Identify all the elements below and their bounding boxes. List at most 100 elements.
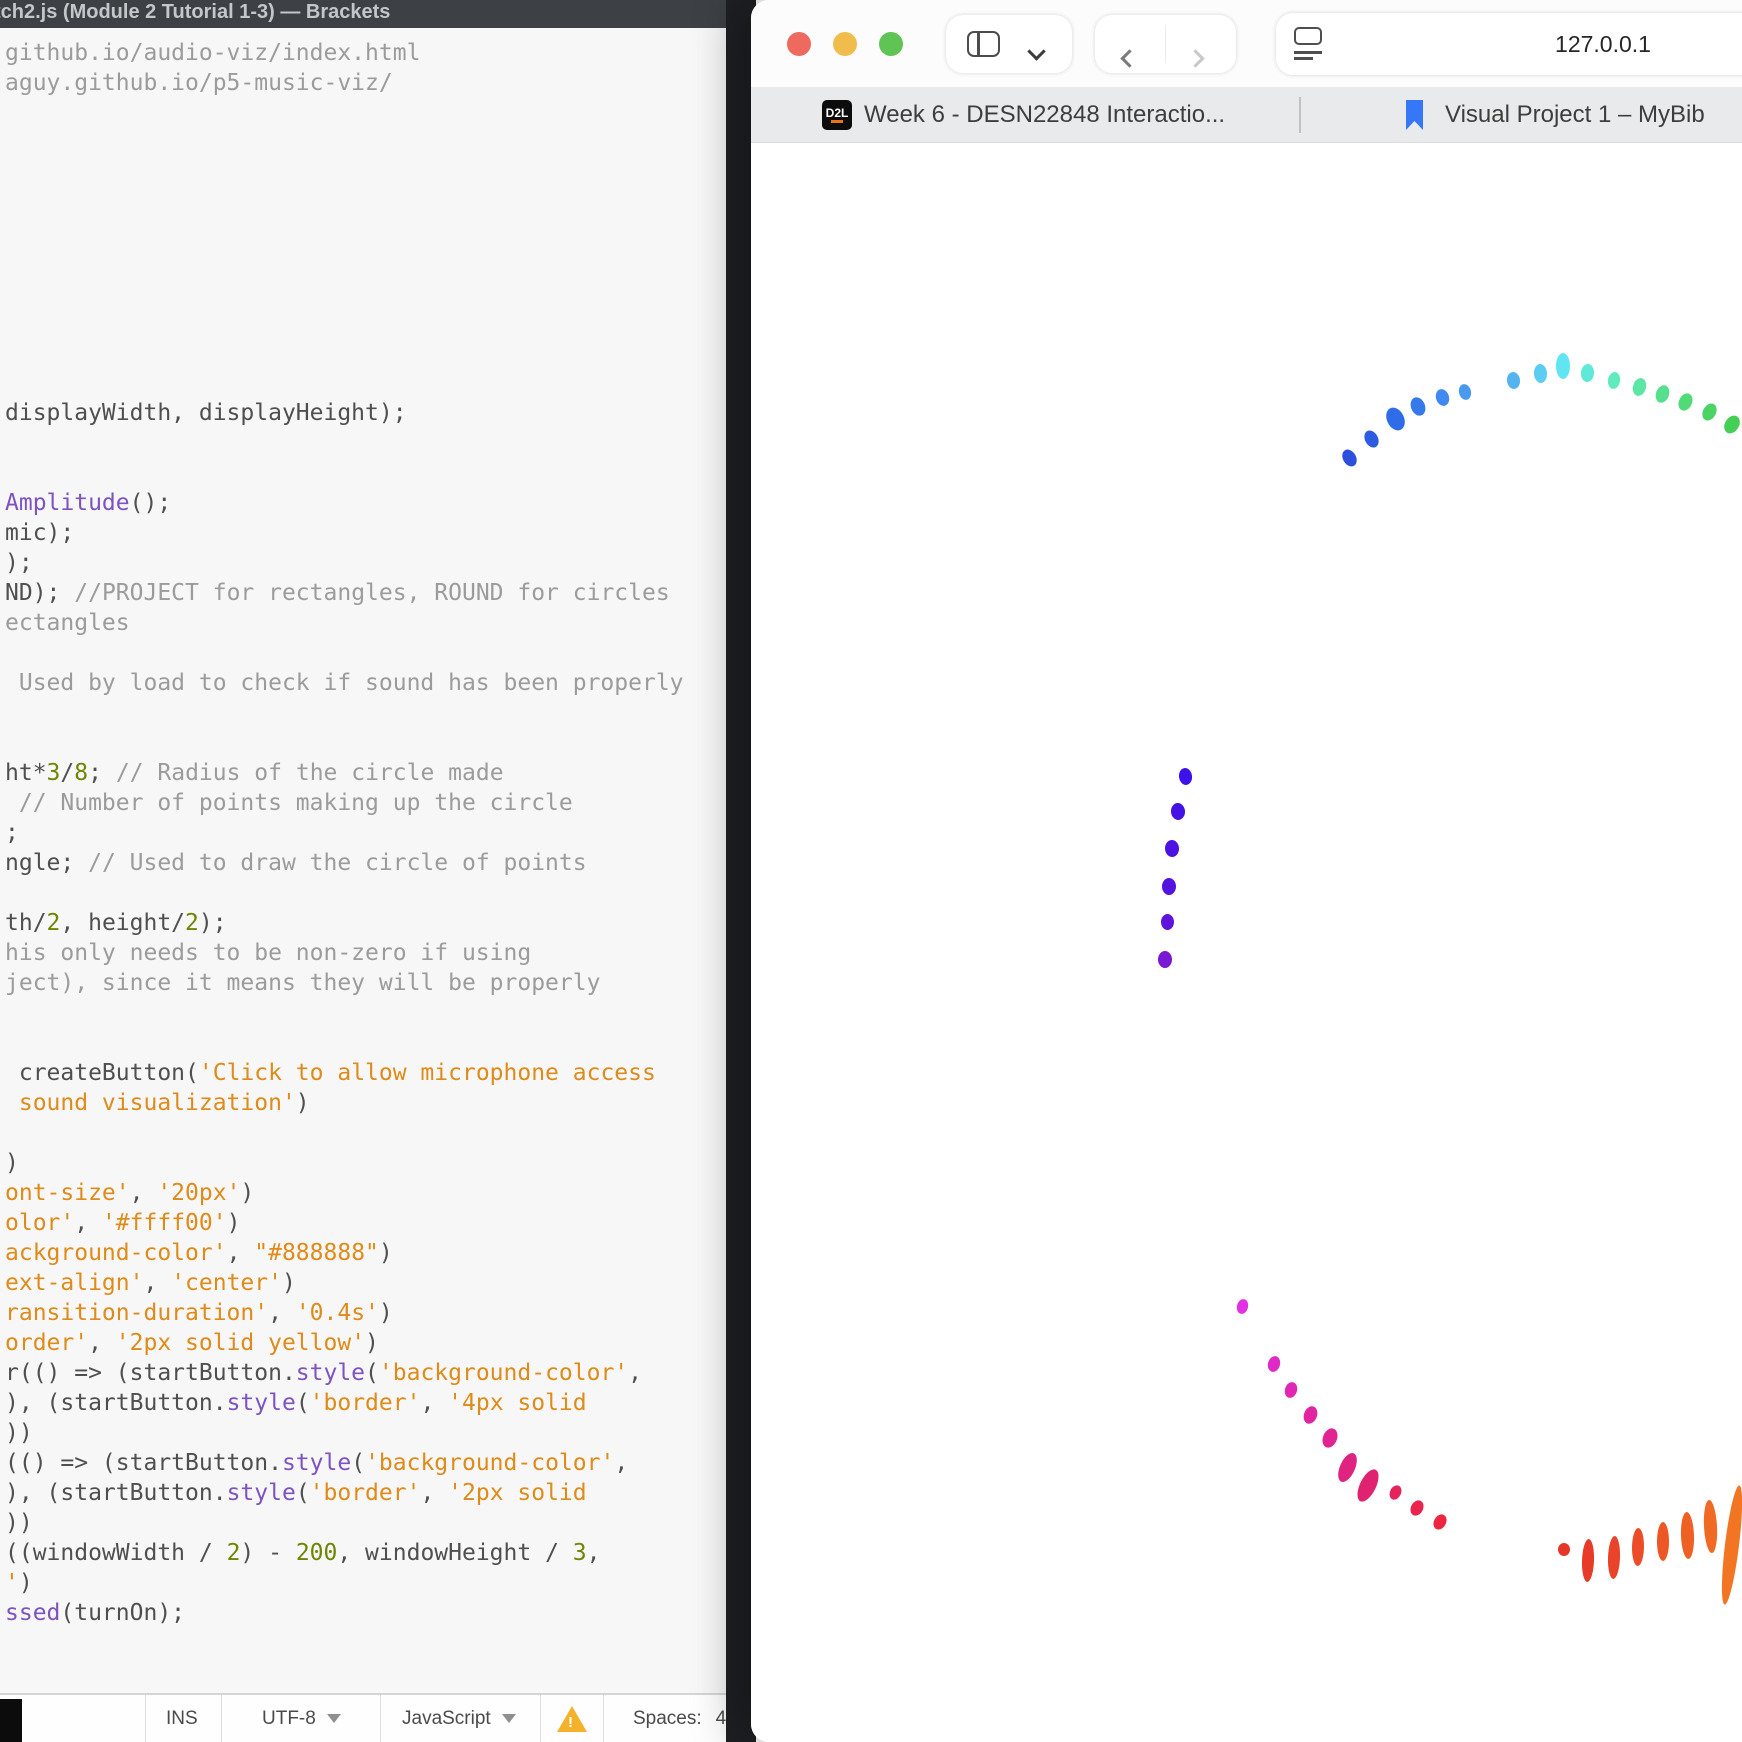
code-line: order', '2px solid yellow') xyxy=(5,1328,733,1358)
lint-warning-button[interactable]: ! xyxy=(557,1695,587,1742)
encoding-dropdown[interactable]: UTF-8 xyxy=(262,1695,341,1742)
code-line: createButton('Click to allow microphone … xyxy=(5,1058,733,1088)
chevron-down-icon[interactable] xyxy=(1027,42,1045,60)
code-line: th/2, height/2); xyxy=(5,908,733,938)
code-line xyxy=(5,998,733,1028)
code-line: Used by load to check if sound has been … xyxy=(5,668,733,698)
code-line: aguy.github.io/p5-music-viz/ xyxy=(5,68,733,98)
code-line: (() => (startButton.style('background-co… xyxy=(5,1448,733,1478)
close-button[interactable] xyxy=(787,32,811,56)
back-icon[interactable] xyxy=(1120,49,1138,67)
url-text: 127.0.0.1 xyxy=(1548,13,1658,75)
code-line: ), (startButton.style('border', '2px sol… xyxy=(5,1478,733,1508)
encoding-label: UTF-8 xyxy=(262,1708,316,1730)
code-line: ngle; // Used to draw the circle of poin… xyxy=(5,848,733,878)
code-line: ject), since it means they will be prope… xyxy=(5,968,733,998)
code-line: // Number of points making up the circle xyxy=(5,788,733,818)
code-line xyxy=(5,428,733,458)
status-separator xyxy=(145,1695,146,1742)
language-dropdown[interactable]: JavaScript xyxy=(402,1695,516,1742)
desktop-corner-fragment xyxy=(0,1699,22,1742)
browser-toolbar: 127.0.0.1 xyxy=(751,0,1742,87)
code-line: ont-size', '20px') xyxy=(5,1178,733,1208)
code-line: ssed(turnOn); xyxy=(5,1598,733,1628)
warning-icon: ! xyxy=(557,1706,587,1732)
sidebar-button-group xyxy=(946,15,1072,73)
navigation-button-group xyxy=(1095,15,1236,73)
code-line xyxy=(5,878,733,908)
code-line xyxy=(5,1118,733,1148)
code-line: ht*3/8; // Radius of the circle made xyxy=(5,758,733,788)
code-line: ransition-duration', '0.4s') xyxy=(5,1298,733,1328)
d2l-favicon-text: D2L xyxy=(826,107,849,119)
code-line: ); xyxy=(5,548,733,578)
code-line xyxy=(5,98,733,128)
editor-window-title: tch2.js (Module 2 Tutorial 1-3) — Bracke… xyxy=(0,1,390,24)
code-line xyxy=(5,638,733,668)
code-line: )) xyxy=(5,1418,733,1448)
tab-visual-project-mybib[interactable]: Visual Project 1 – MyBib xyxy=(1445,87,1705,143)
code-line: ext-align', 'center') xyxy=(5,1268,733,1298)
code-line xyxy=(5,458,733,488)
code-line: mic); xyxy=(5,518,733,548)
insert-mode-toggle[interactable]: INS xyxy=(166,1695,198,1742)
spaces-label: Spaces: xyxy=(633,1708,702,1730)
nav-divider xyxy=(1165,25,1166,63)
code-line: his only needs to be non-zero if using xyxy=(5,938,733,968)
status-separator xyxy=(540,1695,541,1742)
code-line xyxy=(5,1028,733,1058)
code-line: ND); //PROJECT for rectangles, ROUND for… xyxy=(5,578,733,608)
code-line: github.io/audio-viz/index.html xyxy=(5,38,733,68)
code-editor[interactable]: github.io/audio-viz/index.htmlaguy.githu… xyxy=(5,38,733,1628)
code-line: ), (startButton.style('border', '4px sol… xyxy=(5,1388,733,1418)
safari-window: 127.0.0.1 D2L Week 6 - DESN22848 Interac… xyxy=(751,0,1742,1742)
browser-tab-bar: D2L Week 6 - DESN22848 Interactio... Vis… xyxy=(751,87,1742,143)
code-line xyxy=(5,308,733,338)
code-line xyxy=(5,278,733,308)
chevron-down-icon xyxy=(502,1714,516,1723)
tab-divider xyxy=(1299,97,1301,133)
code-line: r(() => (startButton.style('background-c… xyxy=(5,1358,733,1388)
bookmark-icon xyxy=(1406,100,1423,130)
insert-mode-label: INS xyxy=(166,1708,198,1730)
editor-title-bar[interactable]: tch2.js (Module 2 Tutorial 1-3) — Bracke… xyxy=(0,0,733,28)
code-line xyxy=(5,698,733,728)
code-line: Amplitude(); xyxy=(5,488,733,518)
status-separator xyxy=(380,1695,381,1742)
tab-week6-desn22848[interactable]: Week 6 - DESN22848 Interactio... xyxy=(864,87,1225,143)
code-line: displayWidth, displayHeight); xyxy=(5,398,733,428)
code-line: ') xyxy=(5,1568,733,1598)
code-line: ) xyxy=(5,1148,733,1178)
code-line xyxy=(5,188,733,218)
code-line xyxy=(5,158,733,188)
brackets-editor-window: github.io/audio-viz/index.htmlaguy.githu… xyxy=(0,0,733,1742)
address-bar[interactable]: 127.0.0.1 xyxy=(1276,13,1742,75)
code-line: )) xyxy=(5,1508,733,1538)
editor-status-bar: INS UTF-8 JavaScript ! Spaces: 4 xyxy=(0,1693,733,1742)
code-line xyxy=(5,218,733,248)
minimize-button[interactable] xyxy=(833,32,857,56)
code-line xyxy=(5,338,733,368)
code-line xyxy=(5,128,733,158)
code-line xyxy=(5,248,733,278)
zoom-button[interactable] xyxy=(879,32,903,56)
code-line: ((windowWidth / 2) - 200, windowHeight /… xyxy=(5,1538,733,1568)
warning-glyph: ! xyxy=(568,1714,573,1731)
status-separator xyxy=(221,1695,222,1742)
page-content xyxy=(751,144,1742,1742)
code-line: olor', '#ffff00') xyxy=(5,1208,733,1238)
code-line: sound visualization') xyxy=(5,1088,733,1118)
status-separator xyxy=(603,1695,604,1742)
code-line: ; xyxy=(5,818,733,848)
chevron-down-icon xyxy=(327,1714,341,1723)
language-label: JavaScript xyxy=(402,1708,491,1730)
forward-icon[interactable] xyxy=(1186,49,1204,67)
sidebar-icon[interactable] xyxy=(967,31,1000,57)
code-line: ectangles xyxy=(5,608,733,638)
spaces-setting[interactable]: Spaces: 4 xyxy=(633,1695,726,1742)
page-layout-icon[interactable] xyxy=(1294,27,1322,61)
code-line xyxy=(5,368,733,398)
d2l-favicon-accent xyxy=(831,120,843,123)
spaces-value: 4 xyxy=(716,1708,727,1730)
code-line xyxy=(5,728,733,758)
